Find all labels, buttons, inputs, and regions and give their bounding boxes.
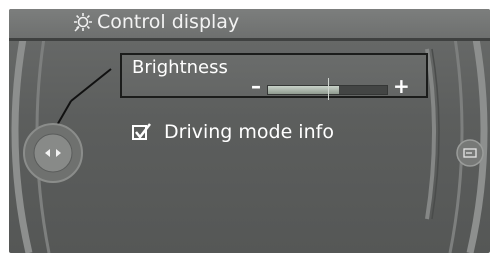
brightness-label: Brightness — [132, 57, 228, 78]
brightness-decrease[interactable]: – — [251, 76, 261, 96]
brightness-slider[interactable] — [267, 78, 388, 100]
checkbox-checked-icon[interactable] — [132, 123, 152, 141]
brightness-increase[interactable]: + — [393, 76, 410, 96]
settings-gear-icon — [74, 13, 92, 32]
brightness-slider-center-mark — [328, 78, 329, 100]
page-title: Control display — [97, 11, 240, 33]
control-display-screen: Control display Brightness – + Driving m… — [9, 9, 490, 253]
header-divider — [9, 38, 490, 41]
left-right-controller-icon[interactable] — [23, 123, 83, 183]
brightness-control[interactable]: Brightness – + — [120, 53, 428, 100]
options-icon[interactable] — [456, 139, 484, 167]
driving-mode-info-label: Driving mode info — [164, 121, 334, 143]
